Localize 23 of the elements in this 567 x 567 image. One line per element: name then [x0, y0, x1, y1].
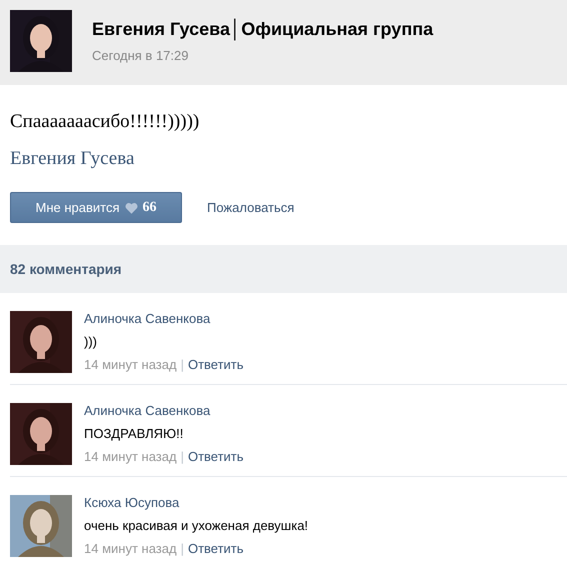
- post-time: Сегодня в 17:29: [92, 48, 190, 63]
- comment-author[interactable]: Ксюха Юсупова: [84, 495, 308, 510]
- comments-count: 82 комментария: [10, 261, 122, 277]
- comment-time: 14 минут назад: [84, 541, 177, 556]
- comment-author[interactable]: Алиночка Савенкова: [84, 311, 244, 326]
- group-title[interactable]: Евгения Гусева│Официальная группа: [92, 19, 434, 40]
- reply-link[interactable]: Ответить: [188, 449, 244, 464]
- comment-author[interactable]: Алиночка Савенкова: [84, 403, 244, 418]
- post-text: Спааааааасибо!!!!!!))))): [10, 111, 200, 133]
- reply-link[interactable]: Ответить: [188, 357, 244, 372]
- comment-text: ПОЗДРАВЛЯЮ!!: [84, 426, 184, 441]
- post-signature: Евгения Гусева: [10, 148, 136, 170]
- comment-text: очень красивая и ухоженая девушка!: [84, 518, 308, 533]
- reply-link[interactable]: Ответить: [188, 541, 244, 556]
- comment-text: ))): [84, 334, 98, 349]
- comment-time: 14 минут назад: [84, 357, 177, 372]
- separator: |: [180, 449, 184, 464]
- separator: |: [180, 357, 184, 372]
- report-link[interactable]: Пожаловаться: [207, 200, 294, 215]
- comment-time: 14 минут назад: [84, 449, 177, 464]
- like-button[interactable]: Мне нравится 66: [10, 192, 182, 223]
- heart-icon: [124, 202, 138, 214]
- separator: |: [180, 541, 184, 556]
